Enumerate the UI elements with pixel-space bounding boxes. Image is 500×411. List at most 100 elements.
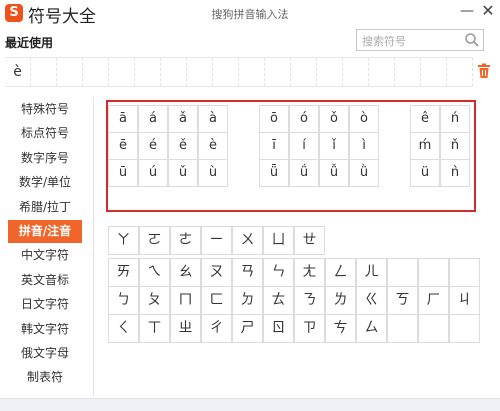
symbol-cell[interactable]: ú [138, 159, 168, 187]
symbol-cell[interactable]: í [289, 132, 319, 160]
symbol-cell[interactable]: ㄋ [294, 286, 325, 315]
symbol-cell[interactable]: ǖ [259, 159, 289, 187]
recent-symbol-cell[interactable] [447, 58, 473, 86]
recent-symbol-cell[interactable] [239, 58, 265, 86]
symbol-cell[interactable]: ù [198, 159, 228, 187]
symbol-cell[interactable]: ㄘ [325, 314, 356, 343]
symbol-cell[interactable]: ㄧ [201, 226, 232, 255]
search-input[interactable] [357, 31, 463, 52]
symbol-cell[interactable]: ǒ [319, 105, 349, 133]
symbol-cell[interactable]: ㄒ [139, 314, 170, 343]
symbol-cell[interactable]: ㄥ [325, 258, 356, 287]
recent-symbol-cell[interactable] [213, 58, 239, 86]
symbol-cell[interactable]: ㄟ [139, 258, 170, 287]
symbol-cell[interactable]: ǐ [319, 132, 349, 160]
symbol-cell[interactable]: ㄣ [263, 258, 294, 287]
recent-symbol-cell[interactable] [31, 58, 57, 86]
symbol-cell[interactable]: ㄆ [139, 286, 170, 315]
recent-symbol-cell[interactable] [369, 58, 395, 86]
sidebar-item[interactable]: 制表符 [8, 366, 82, 389]
symbol-cell[interactable]: ㄎ [387, 286, 418, 315]
symbol-cell[interactable]: ㄇ [170, 286, 201, 315]
symbol-cell[interactable]: ǎ [168, 105, 198, 133]
close-button[interactable]: ✕ [480, 3, 496, 19]
recent-symbol-cell[interactable] [57, 58, 83, 86]
symbol-cell[interactable]: ㄝ [294, 226, 325, 255]
symbol-cell[interactable]: ū [108, 159, 138, 187]
symbol-cell[interactable]: ㄉ [232, 286, 263, 315]
symbol-cell[interactable]: ㄜ [170, 226, 201, 255]
symbol-cell[interactable]: ㄌ [325, 286, 356, 315]
symbol-cell[interactable]: ò [349, 105, 379, 133]
recent-symbol-cell[interactable]: è [5, 58, 31, 86]
symbol-cell[interactable]: à [198, 105, 228, 133]
symbol-cell[interactable]: ǹ [440, 159, 470, 187]
symbol-cell[interactable]: ē [108, 132, 138, 160]
recent-symbol-cell[interactable] [187, 58, 213, 86]
sidebar-item[interactable]: 日文字符 [8, 293, 82, 316]
symbol-cell[interactable]: ó [289, 105, 319, 133]
symbol-cell[interactable]: é [138, 132, 168, 160]
symbol-cell[interactable]: ü [410, 159, 440, 187]
symbol-cell[interactable]: ㄏ [418, 286, 449, 315]
trash-icon[interactable] [477, 63, 491, 79]
symbol-cell[interactable]: ㄙ [356, 314, 387, 343]
recent-symbol-cell[interactable] [135, 58, 161, 86]
symbol-cell[interactable]: ń [440, 105, 470, 133]
sidebar-item[interactable]: 俄文字母 [8, 342, 82, 365]
symbol-cell[interactable]: ㄕ [232, 314, 263, 343]
symbol-cell[interactable]: ㄦ [356, 258, 387, 287]
sidebar-item[interactable]: 拼音/注音 [8, 220, 82, 243]
minimize-button[interactable]: — [459, 3, 475, 19]
symbol-cell[interactable]: ō [259, 105, 289, 133]
sidebar-item[interactable]: 数学/单位 [8, 171, 82, 194]
symbol-cell[interactable]: è [198, 132, 228, 160]
sidebar-item[interactable]: 特殊符号 [8, 98, 82, 121]
symbol-cell[interactable]: ň [440, 132, 470, 160]
symbol-cell[interactable]: ㄈ [201, 286, 232, 315]
search-icon[interactable] [464, 32, 480, 48]
symbol-cell[interactable]: ㄍ [356, 286, 387, 315]
sidebar-item[interactable]: 希腊/拉丁 [8, 196, 82, 219]
recent-symbol-cell[interactable] [161, 58, 187, 86]
symbol-cell[interactable]: ㄓ [170, 314, 201, 343]
symbol-cell[interactable]: ㄅ [108, 286, 139, 315]
symbol-cell[interactable]: ㄡ [201, 258, 232, 287]
sidebar-item[interactable]: 中文字符 [8, 244, 82, 267]
symbol-cell[interactable]: ǚ [319, 159, 349, 187]
symbol-cell[interactable]: ㄠ [170, 258, 201, 287]
symbol-cell[interactable]: ㄞ [108, 258, 139, 287]
symbol-cell[interactable]: á [138, 105, 168, 133]
symbol-cell[interactable]: ㄔ [201, 314, 232, 343]
recent-symbol-cell[interactable] [265, 58, 291, 86]
recent-symbol-cell[interactable] [395, 58, 421, 86]
symbol-cell[interactable]: ê [410, 105, 440, 133]
symbol-cell[interactable]: ḿ [410, 132, 440, 160]
symbol-cell[interactable]: ㄗ [294, 314, 325, 343]
recent-symbol-cell[interactable] [83, 58, 109, 86]
symbol-cell[interactable]: ㄊ [263, 286, 294, 315]
sidebar-item[interactable]: 英文音标 [8, 269, 82, 292]
symbol-cell[interactable]: ㄨ [232, 226, 263, 255]
symbol-cell[interactable]: ㄛ [139, 226, 170, 255]
symbol-cell[interactable]: ì [349, 132, 379, 160]
recent-symbol-cell[interactable] [317, 58, 343, 86]
symbol-cell[interactable]: ㄖ [263, 314, 294, 343]
sidebar-item[interactable]: 数字序号 [8, 147, 82, 170]
symbol-cell[interactable]: ě [168, 132, 198, 160]
symbol-cell[interactable]: ǔ [168, 159, 198, 187]
symbol-cell[interactable]: ㄩ [263, 226, 294, 255]
recent-symbol-cell[interactable] [109, 58, 135, 86]
symbol-cell[interactable]: ㄢ [232, 258, 263, 287]
recent-symbol-cell[interactable] [291, 58, 317, 86]
symbol-cell[interactable]: ī [259, 132, 289, 160]
symbol-cell[interactable]: ā [108, 105, 138, 133]
recent-symbol-cell[interactable] [343, 58, 369, 86]
symbol-cell[interactable]: ǜ [349, 159, 379, 187]
sidebar-item[interactable]: 标点符号 [8, 122, 82, 145]
search-box[interactable] [356, 29, 484, 52]
symbol-cell[interactable]: ㄤ [294, 258, 325, 287]
sidebar-item[interactable]: 韩文字符 [8, 318, 82, 341]
symbol-cell[interactable]: ㄚ [108, 226, 139, 255]
symbol-cell[interactable]: ㄑ [108, 314, 139, 343]
